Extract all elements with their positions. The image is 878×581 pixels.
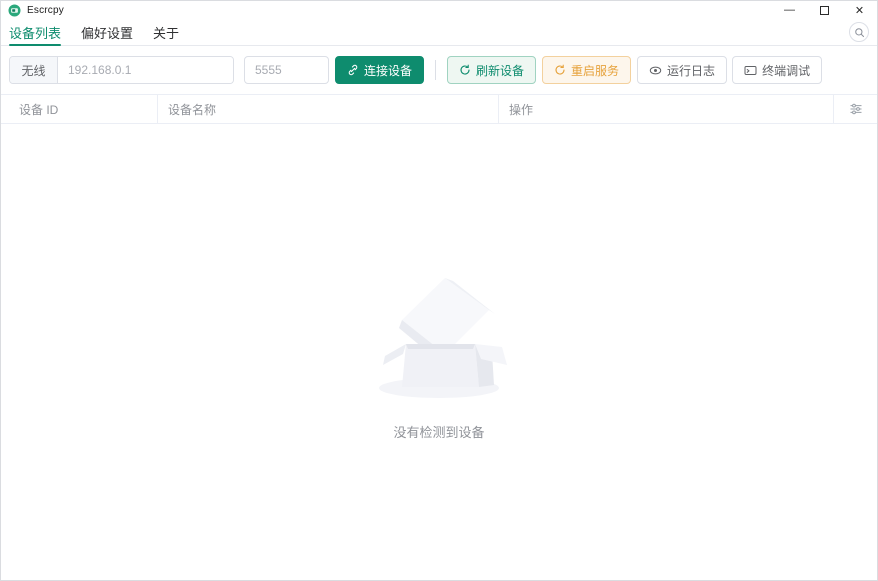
run-logs-label: 运行日志 (667, 63, 716, 78)
titlebar: Escrcpy — ✕ (1, 1, 877, 19)
connection-mode-select[interactable]: 无线 (10, 57, 58, 83)
app-logo-icon (8, 4, 21, 17)
search-button[interactable] (849, 22, 869, 42)
refresh-icon (460, 64, 470, 75)
restart-service-label: 重启服务 (571, 63, 620, 78)
refresh-devices-label: 刷新设备 (476, 63, 525, 78)
eye-icon (649, 66, 662, 74)
column-header-actions-label: 操作 (509, 102, 534, 117)
tab-device-list[interactable]: 设备列表 (9, 19, 62, 46)
device-table-header: 设备 ID 设备名称 操作 (1, 94, 877, 124)
terminal-debug-label: 终端调试 (762, 63, 811, 78)
tab-bar: 设备列表 偏好设置 关于 (1, 19, 877, 46)
empty-box-illustration (379, 278, 507, 398)
tab-about-label: 关于 (153, 25, 180, 41)
connection-mode-value: 无线 (21, 63, 46, 78)
column-header-actions: 操作 (499, 95, 834, 123)
tab-preferences-label: 偏好设置 (81, 25, 134, 41)
empty-state-message: 没有检测到设备 (393, 425, 485, 440)
ip-address-input[interactable] (58, 57, 233, 83)
connection-toolbar: 无线 连接设备 刷新设备 重启服务 运行日志 终端调试 (1, 46, 877, 94)
port-input[interactable] (244, 56, 329, 84)
connect-device-button[interactable]: 连接设备 (335, 56, 425, 84)
search-icon (854, 27, 864, 37)
escrcpy-window: Escrcpy — ✕ 设备列表 偏好设置 关于 无线 192.168.0.1 … (0, 0, 878, 581)
window-title: Escrcpy (27, 4, 64, 16)
minimize-icon: — (784, 4, 795, 16)
device-list-empty-state: 没有检测到设备 (1, 124, 877, 580)
toolbar-divider (435, 60, 437, 80)
restart-service-button[interactable]: 重启服务 (542, 56, 632, 84)
refresh-devices-button[interactable]: 刷新设备 (447, 56, 537, 84)
wireless-address-group: 无线 (9, 56, 234, 84)
column-header-device-id: 设备 ID (1, 95, 158, 123)
window-controls: — ✕ (772, 1, 877, 19)
connect-device-label: 连接设备 (364, 63, 413, 78)
link-icon (348, 64, 358, 76)
tab-device-list-label: 设备列表 (9, 25, 62, 41)
terminal-icon (744, 65, 757, 75)
terminal-debug-button[interactable]: 终端调试 (732, 56, 823, 84)
maximize-icon (820, 5, 829, 15)
column-settings-button[interactable] (834, 95, 877, 123)
close-icon: ✕ (854, 4, 865, 17)
column-header-device-name-label: 设备名称 (168, 102, 217, 117)
close-button[interactable]: ✕ (842, 1, 877, 19)
restart-icon (555, 64, 565, 75)
column-header-device-name: 设备名称 (158, 95, 499, 123)
tab-preferences[interactable]: 偏好设置 (81, 19, 133, 45)
column-header-device-id-label: 设备 ID (19, 102, 59, 117)
column-settings-icon (850, 103, 861, 115)
active-tab-underline (9, 44, 62, 46)
maximize-button[interactable] (807, 1, 842, 19)
minimize-button[interactable]: — (772, 1, 807, 19)
run-logs-button[interactable]: 运行日志 (637, 56, 728, 84)
tab-about[interactable]: 关于 (153, 19, 179, 45)
